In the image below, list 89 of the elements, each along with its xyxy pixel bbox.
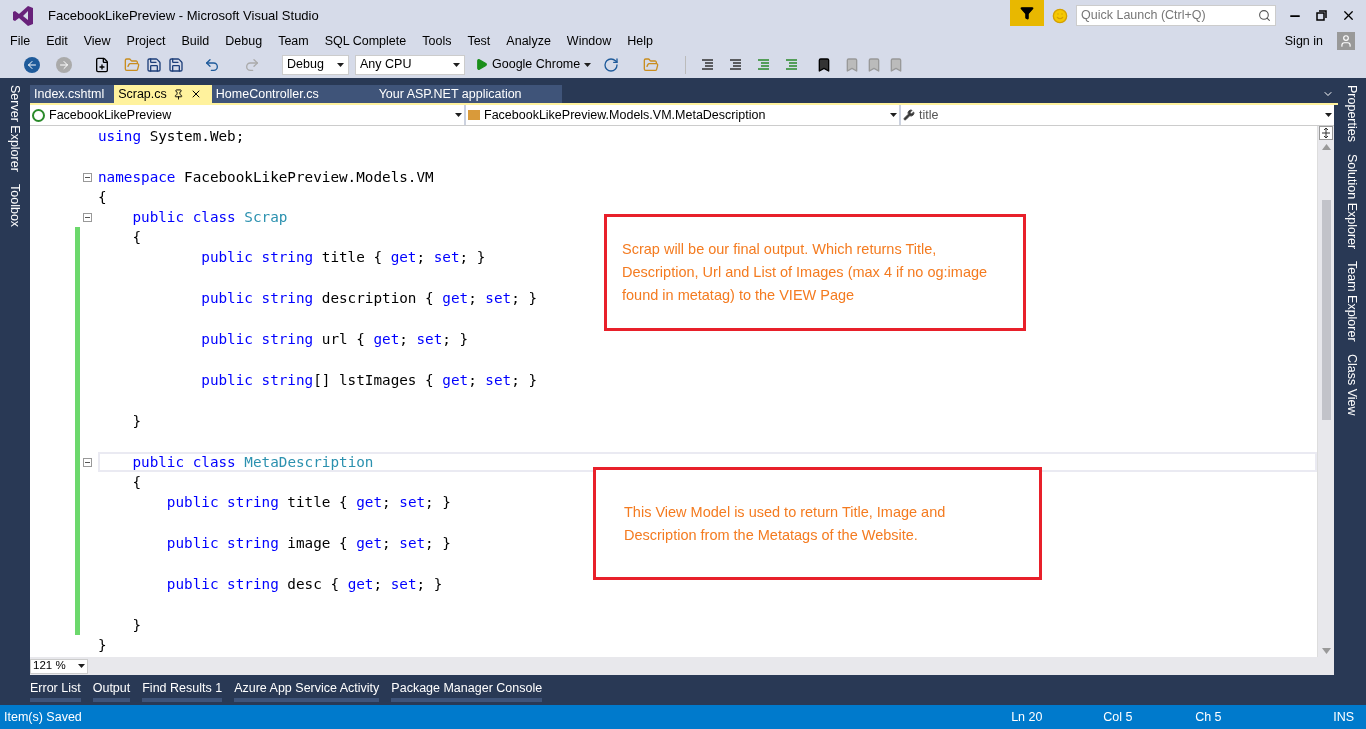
tool-window-tab[interactable]: Server Explorer [5,85,25,172]
tool-window-tab[interactable]: Solution Explorer [1342,154,1362,250]
code-line: { [98,188,107,207]
refresh-icon[interactable] [603,56,620,73]
new-file-icon[interactable] [94,56,110,73]
dropdown-caret-icon [890,113,897,117]
pin-icon[interactable] [172,88,184,100]
annotation-text: This View Model is used to return Title, Image and Description from the Metatags of the Website. [624,502,947,545]
dropdown-caret-icon [584,62,592,67]
zoom-dropdown[interactable]: 121 % [30,658,88,674]
code-line: } [131,412,142,431]
list-icon[interactable] [728,58,743,71]
insert-mode: INS [1333,708,1354,726]
quick-launch-field[interactable]: Quick Launch (Ctrl+Q) [1076,5,1276,26]
feedback-filter-button[interactable] [1010,0,1044,26]
document-tab[interactable]: Scrap.cs [114,85,212,103]
code-line: { [131,228,142,247]
run-button[interactable]: Google Chrome [475,55,592,74]
class-icon [468,110,480,120]
app-logo [12,4,34,27]
play-icon [475,58,488,71]
vertical-scrollbar[interactable] [1317,126,1334,657]
menu-item[interactable]: Help [619,31,662,51]
tool-window-tab[interactable]: Team Explorer [1342,261,1362,342]
member-dropdown[interactable]: title [901,105,1334,125]
dropdown-caret-icon [453,62,460,67]
collapse-icon[interactable] [82,172,92,182]
menu-item[interactable]: View [75,31,119,51]
window-title: FacebookLikePreview - Microsoft Visual Studio [48,6,319,25]
menu-item[interactable]: Debug [217,31,271,51]
code-line: public class MetaDescription [131,453,374,472]
account-icon[interactable] [1337,32,1355,50]
code-line: public string desc { get; set; } [165,575,443,594]
menu-item[interactable]: Test [459,31,499,51]
code-line: public class Scrap [131,208,288,227]
back-icon[interactable] [24,56,40,73]
code-line: } [98,636,107,655]
type-dropdown[interactable]: FacebookLikePreview.Models.VM.MetaDescription [466,105,899,125]
document-tab[interactable]: Index.cshtml [30,85,115,103]
menu-item[interactable]: File [2,31,39,51]
document-tab[interactable]: Your ASP.NET application [328,85,562,103]
restore-button[interactable] [1316,10,1327,21]
code-line: public string title { get; set; } [165,493,451,512]
tool-window-tab[interactable]: Class View [1342,353,1362,416]
project-dropdown[interactable]: FacebookLikePreview [30,105,464,125]
split-icon[interactable] [1319,126,1333,140]
funnel-icon [1020,6,1034,20]
menu-item[interactable]: Tools [414,31,460,51]
platform-dropdown[interactable]: Any CPU [355,54,465,75]
menu-item[interactable]: Team [270,31,317,51]
code-line: { [131,473,142,492]
code-line: public string url { get; set; } [200,330,469,349]
code-line: public string title { get; set; } [200,248,486,267]
scroll-thumb[interactable] [1321,200,1331,420]
code-line: public string[] lstImages { get; set; } [200,371,537,390]
collapse-icon[interactable] [82,457,92,467]
dropdown-caret-icon [78,664,85,668]
document-tab[interactable]: HomeController.cs [211,85,329,103]
menu-item[interactable]: Analyze [498,31,559,51]
menu-item[interactable]: Project [118,31,174,51]
code-line: public string description { get; set; } [200,289,537,308]
column-number: Col 5 [1103,708,1134,726]
char-number: Ch 5 [1195,708,1223,726]
close-button[interactable] [1341,8,1356,23]
code-line: } [131,616,142,635]
annotation-text: Scrap will be our final output. Which returns Title, Description, Url and List of Images (max 4 if no og:image found in metatag) to the VIEW Page [622,240,989,305]
save-icon[interactable] [146,56,162,73]
code-line: public string image { get; set; } [165,534,451,553]
dropdown-caret-icon [1325,113,1332,117]
wrench-icon [903,109,915,121]
status-message: Item(s) Saved [4,708,82,726]
dropdown-caret-icon [337,62,344,67]
line-number: Ln 20 [1011,708,1044,726]
undo-icon[interactable] [204,56,220,73]
menu-item[interactable]: SQL Complete [316,31,415,51]
tool-window-tab[interactable]: Properties [1342,85,1362,142]
sign-in-link[interactable]: Sign in [1284,31,1323,51]
tool-window-tab[interactable]: Toolbox [5,183,25,227]
menu-item[interactable]: Window [558,31,620,51]
collapse-icon[interactable] [82,212,92,222]
menu-item[interactable]: Build [173,31,218,51]
menu-item[interactable]: Edit [38,31,76,51]
list-icon[interactable] [700,58,715,71]
dropdown-caret-icon [455,113,462,117]
configuration-dropdown[interactable]: Debug [282,54,349,75]
search-icon [1258,9,1271,22]
save-all-icon[interactable] [168,56,184,73]
code-line: namespace FacebookLikePreview.Models.VM [98,168,434,187]
code-line: using System.Web; [98,127,245,146]
